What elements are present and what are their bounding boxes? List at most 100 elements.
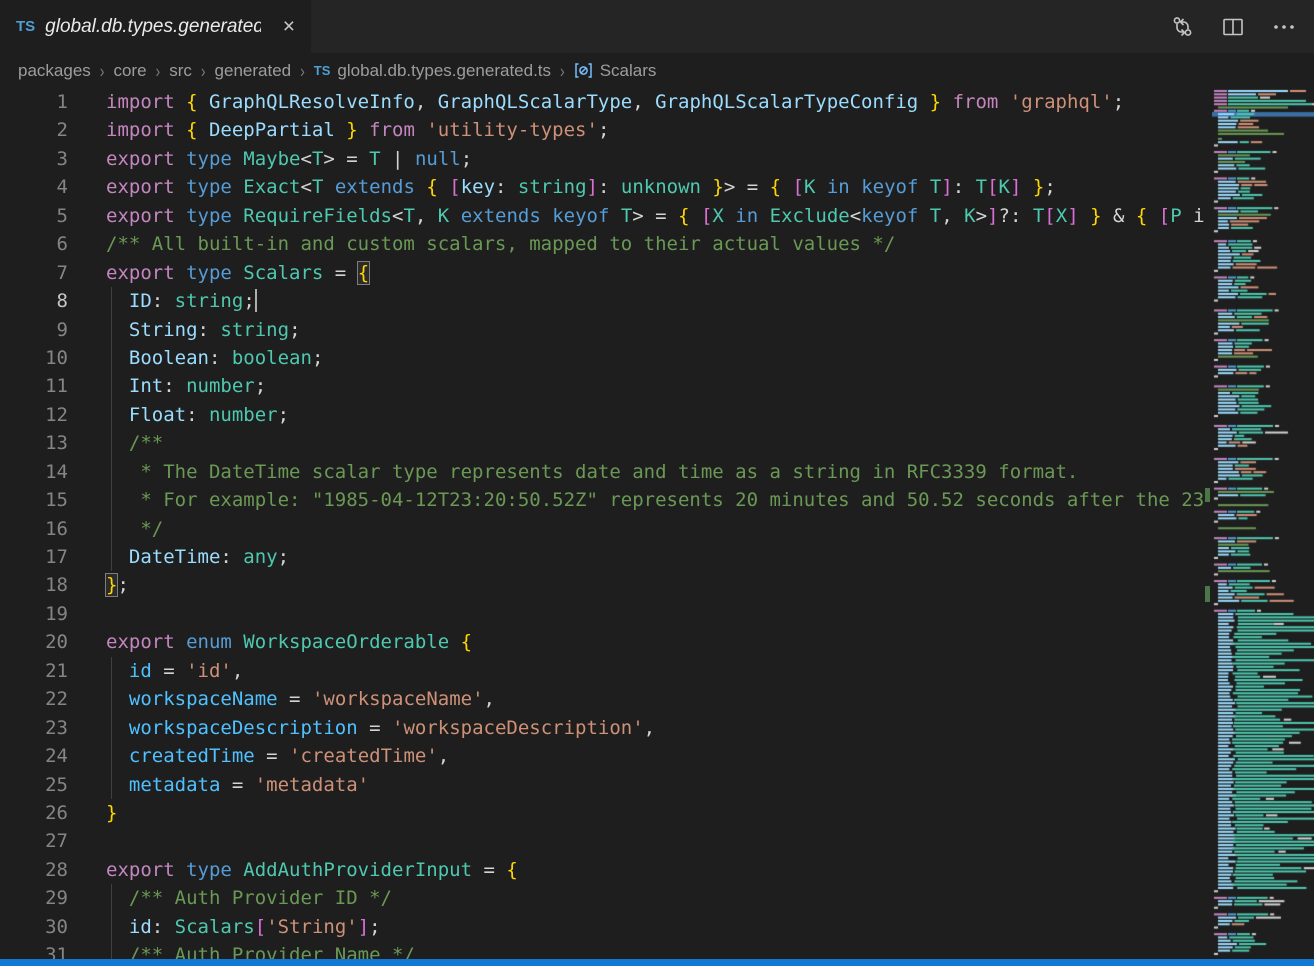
- open-changes-button[interactable]: [1171, 15, 1194, 38]
- code-line-text: */: [68, 515, 163, 543]
- line-number[interactable]: 5: [0, 202, 68, 230]
- code-line[interactable]: 16 */: [0, 515, 1205, 543]
- line-number[interactable]: 16: [0, 515, 68, 543]
- line-number[interactable]: 17: [0, 543, 68, 571]
- breadcrumb-separator: ›: [300, 60, 305, 81]
- code-line-text: metadata = 'metadata': [68, 771, 369, 799]
- symbol-type-icon: [574, 62, 593, 79]
- code-line[interactable]: 24 createdTime = 'createdTime',: [0, 742, 1205, 770]
- line-number[interactable]: 29: [0, 884, 68, 912]
- breadcrumb: packages › core › src › generated › TS g…: [0, 53, 1314, 88]
- code-line-text: workspaceName = 'workspaceName',: [68, 685, 495, 713]
- code-line[interactable]: 10 Boolean: boolean;: [0, 344, 1205, 372]
- tab-bar: TS global.db.types.generated.ts ×: [0, 0, 1314, 53]
- line-number[interactable]: 11: [0, 372, 68, 400]
- editor-actions: [1171, 0, 1314, 53]
- code-line[interactable]: 29 /** Auth Provider ID */: [0, 884, 1205, 912]
- line-number[interactable]: 18: [0, 571, 68, 599]
- line-number[interactable]: 24: [0, 742, 68, 770]
- code-line-text: /** All built-in and custom scalars, map…: [68, 230, 895, 258]
- breadcrumb-item-file[interactable]: TS global.db.types.generated.ts: [314, 61, 551, 81]
- code-line[interactable]: 14 * The DateTime scalar type represents…: [0, 458, 1205, 486]
- line-number[interactable]: 15: [0, 486, 68, 514]
- code-line-text: export type RequireFields<T, K extends k…: [68, 202, 1205, 230]
- code-line[interactable]: 20export enum WorkspaceOrderable {: [0, 628, 1205, 656]
- breadcrumb-item-generated[interactable]: generated: [215, 61, 292, 81]
- line-number[interactable]: 30: [0, 913, 68, 941]
- tab-close-icon[interactable]: ×: [279, 14, 299, 39]
- code-line[interactable]: 12 Float: number;: [0, 401, 1205, 429]
- line-number[interactable]: 31: [0, 941, 68, 959]
- code-line[interactable]: 6/** All built-in and custom scalars, ma…: [0, 230, 1205, 258]
- code-line[interactable]: 2import { DeepPartial } from 'utility-ty…: [0, 116, 1205, 144]
- breadcrumb-separator: ›: [100, 60, 105, 81]
- line-number[interactable]: 2: [0, 116, 68, 144]
- code-line[interactable]: 22 workspaceName = 'workspaceName',: [0, 685, 1205, 713]
- minimap-git-decoration: [1205, 586, 1210, 602]
- line-number[interactable]: 21: [0, 657, 68, 685]
- line-number[interactable]: 27: [0, 827, 68, 855]
- code-line[interactable]: 27: [0, 827, 1205, 855]
- code-line[interactable]: 7export type Scalars = {: [0, 259, 1205, 287]
- line-number[interactable]: 22: [0, 685, 68, 713]
- line-number[interactable]: 8: [0, 287, 68, 315]
- line-number[interactable]: 25: [0, 771, 68, 799]
- code-line[interactable]: 9 String: string;: [0, 316, 1205, 344]
- status-bar: [0, 959, 1314, 966]
- breadcrumb-item-core[interactable]: core: [113, 61, 146, 81]
- code-line[interactable]: 15 * For example: "1985-04-12T23:20:50.5…: [0, 486, 1205, 514]
- code-editor[interactable]: 1import { GraphQLResolveInfo, GraphQLSca…: [0, 88, 1314, 959]
- code-line-text: Int: number;: [68, 372, 266, 400]
- line-number[interactable]: 28: [0, 856, 68, 884]
- code-line[interactable]: 28export type AddAuthProviderInput = {: [0, 856, 1205, 884]
- code-line[interactable]: 3export type Maybe<T> = T | null;: [0, 145, 1205, 173]
- typescript-file-icon: TS: [16, 18, 35, 35]
- more-actions-button[interactable]: [1272, 15, 1296, 39]
- code-line[interactable]: 4export type Exact<T extends { [key: str…: [0, 173, 1205, 201]
- line-number[interactable]: 10: [0, 344, 68, 372]
- line-number[interactable]: 12: [0, 401, 68, 429]
- code-line[interactable]: 11 Int: number;: [0, 372, 1205, 400]
- line-number[interactable]: 1: [0, 88, 68, 116]
- code-line-text: [68, 827, 106, 855]
- line-number[interactable]: 23: [0, 714, 68, 742]
- code-line-text: export type Scalars = {: [68, 259, 369, 287]
- code-line-text: DateTime: any;: [68, 543, 289, 571]
- breadcrumb-item-packages[interactable]: packages: [18, 61, 91, 81]
- code-line[interactable]: 21 id = 'id',: [0, 657, 1205, 685]
- line-number[interactable]: 26: [0, 799, 68, 827]
- code-line[interactable]: 25 metadata = 'metadata': [0, 771, 1205, 799]
- code-line[interactable]: 30 id: Scalars['String'];: [0, 913, 1205, 941]
- line-number[interactable]: 9: [0, 316, 68, 344]
- code-line[interactable]: 5export type RequireFields<T, K extends …: [0, 202, 1205, 230]
- split-editor-button[interactable]: [1222, 17, 1244, 37]
- code-line-text: id: Scalars['String'];: [68, 913, 381, 941]
- code-line[interactable]: 26}: [0, 799, 1205, 827]
- line-number[interactable]: 19: [0, 600, 68, 628]
- line-number[interactable]: 14: [0, 458, 68, 486]
- minimap[interactable]: [1212, 88, 1314, 959]
- breadcrumb-item-symbol-scalars[interactable]: Scalars: [574, 61, 657, 81]
- line-number[interactable]: 3: [0, 145, 68, 173]
- code-line[interactable]: 23 workspaceDescription = 'workspaceDesc…: [0, 714, 1205, 742]
- line-number[interactable]: 6: [0, 230, 68, 258]
- line-number[interactable]: 4: [0, 173, 68, 201]
- code-line-text: createdTime = 'createdTime',: [68, 742, 449, 770]
- line-number[interactable]: 7: [0, 259, 68, 287]
- code-line[interactable]: 13 /**: [0, 429, 1205, 457]
- code-line[interactable]: 18};: [0, 571, 1205, 599]
- code-line[interactable]: 31 /** Auth Provider Name */: [0, 941, 1205, 959]
- code-line-text: Float: number;: [68, 401, 289, 429]
- minimap-git-decoration: [1205, 488, 1210, 502]
- line-number[interactable]: 20: [0, 628, 68, 656]
- breadcrumb-item-src[interactable]: src: [169, 61, 192, 81]
- code-line[interactable]: 19: [0, 600, 1205, 628]
- code-line-text: }: [68, 799, 117, 827]
- code-line[interactable]: 8 ID: string;: [0, 287, 1205, 315]
- breadcrumb-file-name: global.db.types.generated.ts: [337, 61, 551, 81]
- tab-global-db-types[interactable]: TS global.db.types.generated.ts ×: [0, 0, 312, 53]
- code-line[interactable]: 17 DateTime: any;: [0, 543, 1205, 571]
- code-line[interactable]: 1import { GraphQLResolveInfo, GraphQLSca…: [0, 88, 1205, 116]
- line-number[interactable]: 13: [0, 429, 68, 457]
- code-line-text: workspaceDescription = 'workspaceDescrip…: [68, 714, 655, 742]
